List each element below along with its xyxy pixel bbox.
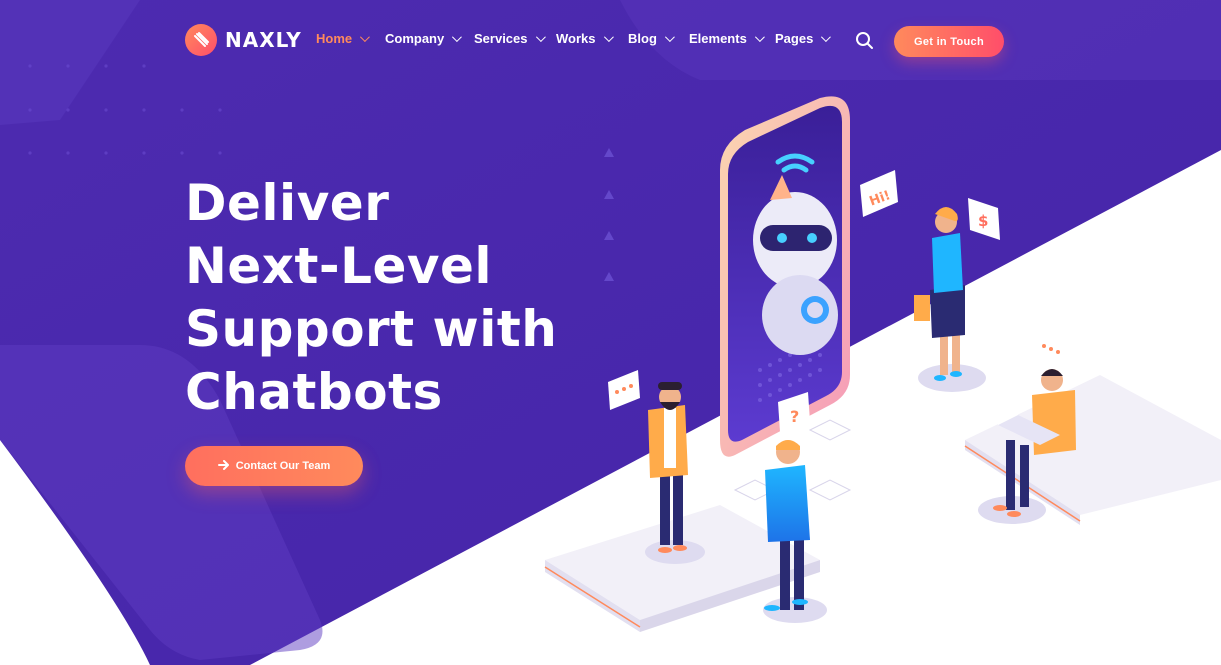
chevron-down-icon — [603, 32, 614, 43]
main-nav: Home Company Services Works Blog Element… — [316, 31, 835, 46]
chevron-down-icon — [821, 32, 832, 43]
person-blue-shirt — [763, 440, 827, 623]
cta-label: Contact Our Team — [235, 460, 331, 472]
nav-label: Company — [385, 31, 445, 46]
nav-item-blog[interactable]: Blog — [628, 31, 689, 46]
speech-bubble-dots-right — [1035, 328, 1066, 368]
nav-item-home[interactable]: Home — [316, 31, 385, 46]
speech-bubble-dots-left — [608, 370, 640, 410]
arrow-right-icon — [217, 459, 230, 473]
chevron-down-icon — [754, 32, 765, 43]
chevron-down-icon — [664, 32, 675, 43]
nav-item-elements[interactable]: Elements — [689, 31, 775, 46]
bubble-text: ? — [790, 407, 799, 426]
bubble-text: $ — [978, 212, 988, 230]
nav-label: Blog — [628, 31, 657, 46]
brand-logo[interactable]: NAXLY — [185, 24, 302, 56]
chatbot-illustration: Hi! $ ? — [544, 96, 1221, 632]
brand-name: NAXLY — [225, 28, 302, 52]
site-header: NAXLY Home Company Services Works Blog E… — [0, 0, 1221, 80]
person-woman — [914, 207, 986, 392]
nav-label: Works — [556, 31, 596, 46]
chevron-down-icon — [360, 32, 370, 43]
nav-item-company[interactable]: Company — [385, 31, 474, 46]
speech-bubble-hi: Hi! — [860, 170, 898, 217]
nav-item-works[interactable]: Works — [556, 31, 628, 46]
chevron-down-icon — [452, 32, 463, 43]
nav-item-services[interactable]: Services — [474, 31, 556, 46]
chevron-down-icon — [535, 32, 546, 43]
nav-label: Elements — [689, 31, 747, 46]
contact-our-team-button[interactable]: Contact Our Team — [185, 446, 363, 486]
logo-icon — [185, 24, 217, 56]
search-icon[interactable] — [855, 31, 875, 51]
get-in-touch-button[interactable]: Get in Touch — [894, 26, 1004, 57]
speech-bubble-dollar: $ — [968, 198, 1000, 240]
nav-label: Services — [474, 31, 528, 46]
nav-label: Home — [316, 31, 353, 46]
nav-item-pages[interactable]: Pages — [775, 31, 835, 46]
nav-label: Pages — [775, 31, 814, 46]
